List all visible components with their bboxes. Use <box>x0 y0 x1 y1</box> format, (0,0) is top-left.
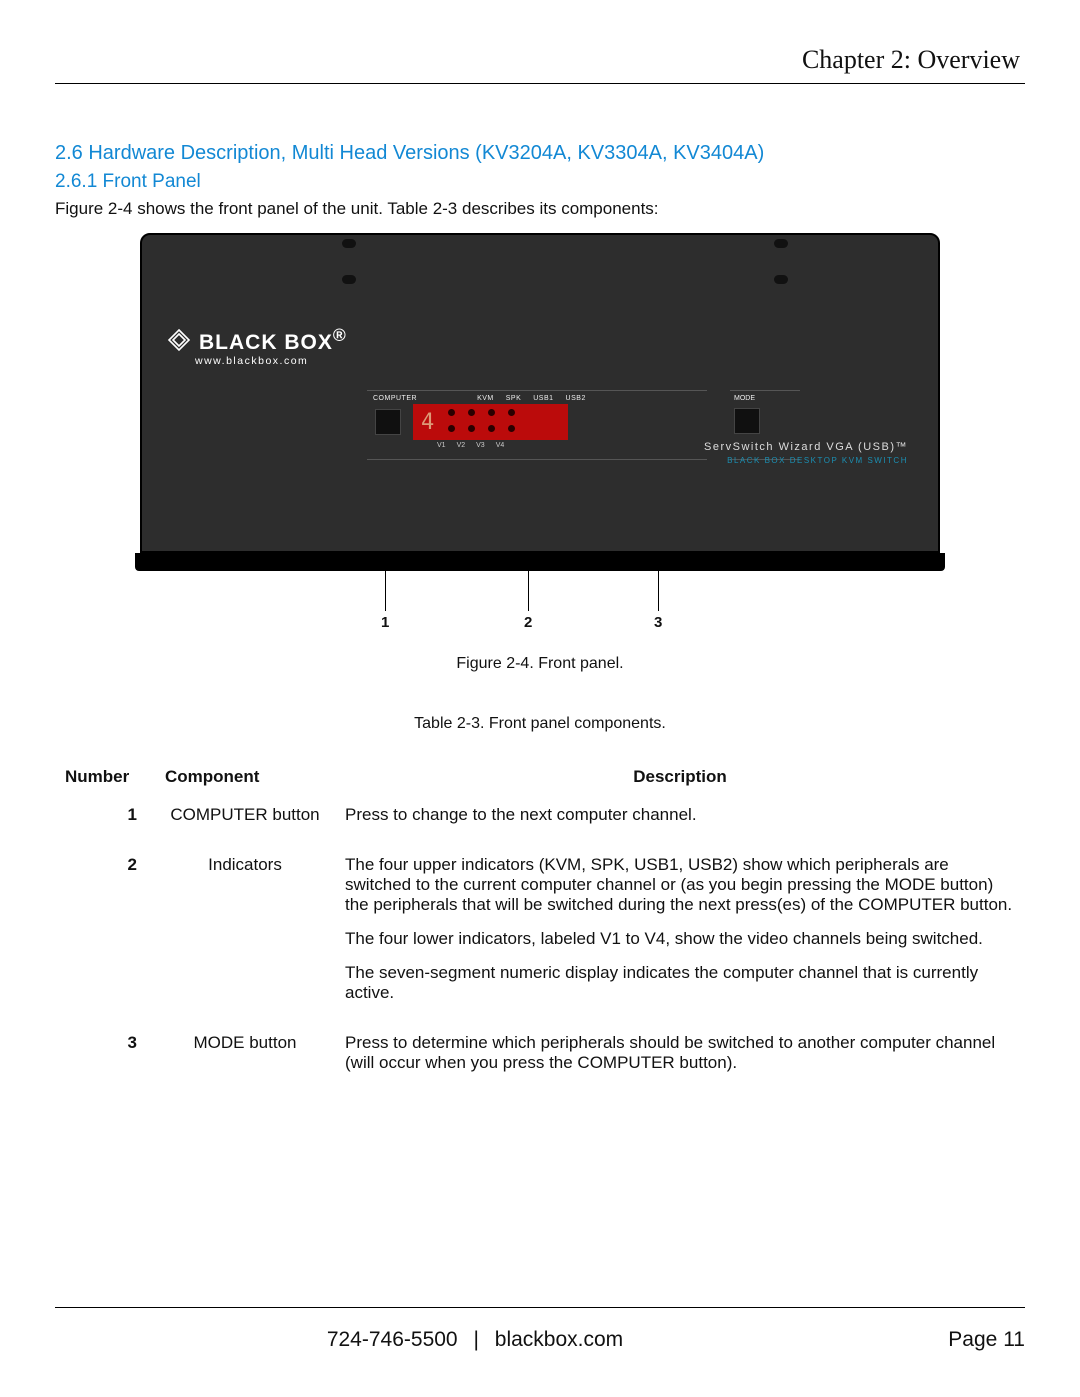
callout-1: 1 <box>381 614 389 631</box>
label-v3: V3 <box>476 442 485 449</box>
cell-number: 1 <box>55 797 155 847</box>
screw-icon <box>774 275 788 284</box>
chapter-title: Chapter 2: Overview <box>55 45 1025 75</box>
description-paragraph: The seven-segment numeric display indica… <box>345 963 1015 1003</box>
cell-number: 2 <box>55 847 155 1025</box>
figure-caption: Figure 2-4. Front panel. <box>55 655 1025 673</box>
seven-segment-display: 4 <box>421 410 434 435</box>
components-table: Number Component Description 1COMPUTER b… <box>55 763 1025 1095</box>
table-row: 1COMPUTER button Press to change to the n… <box>55 797 1025 847</box>
description-paragraph: Press to change to the next computer cha… <box>345 805 1015 825</box>
product-subtitle: BLACK BOX DESKTOP KVM SWITCH <box>727 456 908 465</box>
page-number: Page 11 <box>895 1328 1025 1352</box>
cell-component: Indicators <box>155 847 335 1025</box>
computer-button <box>375 409 401 435</box>
screw-icon <box>342 275 356 284</box>
cell-description: Press to change to the next computer cha… <box>335 797 1025 847</box>
description-paragraph: The four lower indicators, labeled V1 to… <box>345 929 1015 949</box>
table-row: 2IndicatorsThe four upper indicators (KV… <box>55 847 1025 1025</box>
mode-button <box>734 408 760 434</box>
device-figure: BLACK BOX® www.blackbox.com COMPUTER KVM… <box>140 233 940 571</box>
diamond-icon <box>167 328 191 352</box>
th-number: Number <box>55 763 155 797</box>
subsection-heading: 2.6.1 Front Panel <box>55 171 1025 193</box>
horizontal-rule-top <box>55 83 1025 84</box>
label-mode: MODE <box>734 395 796 402</box>
brand-text: BLACK BOX® <box>199 325 347 355</box>
center-panel: COMPUTER KVM SPK USB1 USB2 4 <box>367 390 707 460</box>
intro-text: Figure 2-4 shows the front panel of the … <box>55 199 1025 219</box>
brand-logo: BLACK BOX® www.blackbox.com <box>167 325 347 367</box>
label-usb2: USB2 <box>566 395 586 402</box>
indicator-panel: 4 <box>413 404 568 440</box>
brand-url: www.blackbox.com <box>195 355 347 367</box>
screw-icon <box>342 239 356 248</box>
description-paragraph: Press to determine which peripherals sho… <box>345 1033 1015 1073</box>
table-row: 3MODE buttonPress to determine which per… <box>55 1025 1025 1095</box>
cell-description: The four upper indicators (KVM, SPK, USB… <box>335 847 1025 1025</box>
footer-contact: 724-746-5500 | blackbox.com <box>55 1328 895 1352</box>
label-kvm: KVM <box>477 395 494 402</box>
cell-description: Press to determine which peripherals sho… <box>335 1025 1025 1095</box>
label-v1: V1 <box>437 442 446 449</box>
cell-component: COMPUTER button <box>155 797 335 847</box>
product-name: ServSwitch Wizard VGA (USB)™ <box>704 441 908 453</box>
cell-component: MODE button <box>155 1025 335 1095</box>
device-chassis: BLACK BOX® www.blackbox.com COMPUTER KVM… <box>140 233 940 553</box>
label-computer: COMPUTER <box>373 395 417 402</box>
cell-number: 3 <box>55 1025 155 1095</box>
label-v2: V2 <box>457 442 466 449</box>
th-component: Component <box>155 763 335 797</box>
screw-icon <box>774 239 788 248</box>
section-heading: 2.6 Hardware Description, Multi Head Ver… <box>55 142 1025 165</box>
label-spk: SPK <box>506 395 522 402</box>
device-baseplate <box>135 553 945 571</box>
figure-callouts: 1 2 3 <box>140 571 940 631</box>
callout-2: 2 <box>524 614 532 631</box>
page-footer: 724-746-5500 | blackbox.com Page 11 <box>55 1307 1025 1352</box>
label-v4: V4 <box>496 442 505 449</box>
indicator-leds <box>448 409 518 435</box>
table-caption: Table 2-3. Front panel components. <box>55 715 1025 733</box>
description-paragraph: The four upper indicators (KVM, SPK, USB… <box>345 855 1015 915</box>
horizontal-rule-bottom <box>55 1307 1025 1308</box>
label-usb1: USB1 <box>533 395 553 402</box>
callout-3: 3 <box>654 614 662 631</box>
th-description: Description <box>335 763 1025 797</box>
